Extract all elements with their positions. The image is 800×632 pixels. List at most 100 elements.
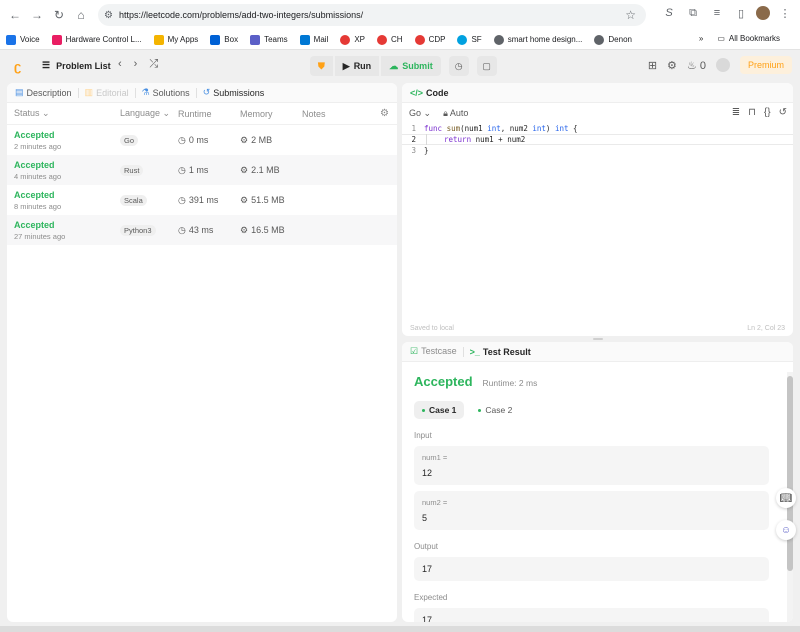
assistant-bot-icon[interactable]: ☺ [776, 520, 796, 540]
format-icon[interactable]: ≣ [732, 107, 740, 118]
bookmark-item[interactable]: XP [340, 34, 365, 45]
site-info-icon[interactable]: ⚙ [104, 10, 113, 21]
chip-icon: ⚙ [240, 194, 249, 205]
menu-icon[interactable]: ⋮ [776, 4, 794, 22]
bookmark-item[interactable]: Hardware Control L... [51, 34, 142, 45]
status-accepted[interactable]: Accepted [14, 130, 120, 140]
braces-icon[interactable]: {} [764, 107, 771, 118]
tab-editorial[interactable]: ▥ Editorial [85, 87, 129, 98]
bookmark-item[interactable]: CH [377, 34, 403, 45]
runtime-value: 391 ms [188, 195, 219, 205]
bookmark-icon[interactable]: ⊓ [748, 107, 756, 118]
memory-value: 2.1 MB [251, 165, 280, 175]
lock-icon: 🔒︎ [443, 107, 448, 118]
chip-icon: ⚙ [240, 164, 249, 175]
home-icon[interactable]: ⌂ [70, 4, 92, 26]
notes-icon[interactable]: ▢ [476, 56, 497, 76]
media-icon[interactable]: ≡ [708, 4, 726, 22]
profile-avatar[interactable] [756, 6, 770, 20]
upload-cloud-icon: ☁ [389, 60, 399, 71]
debug-button[interactable]: ⛊ [310, 56, 333, 76]
panel-resize-handle[interactable] [402, 337, 793, 341]
language-select[interactable]: Go ⌄ [409, 108, 431, 119]
forward-icon[interactable]: → [26, 4, 48, 26]
layout-icon[interactable]: ⊞ [648, 59, 657, 72]
prev-problem-icon[interactable]: ‹ [118, 58, 122, 71]
mail-icon [299, 34, 310, 45]
code-editor[interactable]: 1 func sum(num1 int, num2 int) int { 2 r… [402, 123, 793, 303]
address-bar[interactable]: ⚙ https://leetcode.com/problems/add-two-… [98, 4, 646, 26]
status-column-filter[interactable]: Status ⌄ [14, 108, 120, 119]
expected-label: Expected [414, 593, 448, 602]
bookmark-item[interactable]: Voice [6, 34, 40, 45]
settings-icon[interactable]: ⚙ [667, 59, 677, 72]
table-row[interactable]: Accepted 8 minutes ago Scala ◷ 391 ms ⚙ 51.… [7, 185, 397, 215]
problem-nav: ‹ › ⤮ [118, 58, 158, 71]
streak-counter[interactable]: ♨ 0 [687, 59, 706, 72]
tab-submissions[interactable]: ↺ Submissions [203, 87, 265, 98]
tab-divider [77, 87, 79, 98]
language-badge: Rust [120, 164, 144, 176]
table-row[interactable]: Accepted 4 minutes ago Rust ◷ 1 ms ⚙ 2.1 MB [7, 155, 397, 185]
bookmark-item[interactable]: SF [457, 34, 482, 45]
submitted-time: 2 minutes ago [14, 141, 62, 151]
reload-icon[interactable]: ↻ [48, 4, 70, 26]
clock-icon: ◷ [178, 224, 186, 235]
all-bookmarks[interactable]: ▭ All Bookmarks [717, 34, 780, 43]
auto-mode-toggle[interactable]: 🔒︎ Auto [443, 108, 468, 119]
editor-status: Saved to local Ln 2, Col 23 [402, 325, 793, 332]
extensions-icon[interactable]: ⧉ [684, 4, 702, 22]
table-row[interactable]: Accepted 2 minutes ago Go ◷ 0 ms ⚙ 2 MB [7, 125, 397, 155]
tab-testcase[interactable]: ☑ Testcase [410, 346, 457, 357]
leetcode-logo-icon[interactable]: ʗ [14, 59, 28, 74]
next-problem-icon[interactable]: › [134, 58, 138, 71]
input-label: Input [414, 431, 432, 440]
cdp-icon [414, 34, 425, 45]
tab-divider [462, 346, 464, 357]
table-row[interactable]: Accepted 27 minutes ago Python3 ◷ 43 ms ⚙ 1… [7, 215, 397, 245]
language-column-filter[interactable]: Language ⌄ [120, 108, 178, 119]
test-result-panel: ☑ Testcase >_ Test Result Accepted Runtime… [402, 342, 793, 622]
problem-list-button[interactable]: ☰ Problem List [42, 60, 111, 71]
status-accepted[interactable]: Accepted [14, 160, 120, 170]
open-book-icon[interactable]: 📖︎ [776, 488, 796, 508]
status-accepted[interactable]: Accepted [14, 220, 120, 230]
side-panel-icon[interactable]: ▯ [732, 4, 750, 22]
play-icon: ▶ [342, 60, 350, 71]
language-badge: Go [120, 134, 139, 146]
bookmark-item[interactable]: Box [210, 34, 238, 45]
extension-s-icon[interactable]: S [660, 4, 678, 22]
code-tab[interactable]: </> Code [402, 83, 793, 103]
runtime-value: 1 ms [188, 165, 209, 175]
voice-icon [6, 34, 16, 45]
code-brackets-icon: </> [410, 87, 424, 98]
run-button[interactable]: ▶ Run [334, 56, 380, 76]
bookmark-item[interactable]: Denon [594, 34, 632, 45]
bookmark-item[interactable]: Teams [250, 34, 288, 45]
premium-button[interactable]: Premium [739, 56, 792, 74]
back-icon[interactable]: ← [4, 4, 26, 26]
url-text: https://leetcode.com/problems/add-two-in… [118, 10, 364, 20]
chip-icon: ⚙ [240, 224, 249, 235]
shuffle-icon[interactable]: ⤮ [149, 58, 158, 71]
bookmark-item[interactable]: Mail [299, 34, 328, 45]
runtime-column-header: Runtime [178, 108, 212, 119]
more-bookmarks-icon[interactable]: » [699, 34, 703, 43]
tab-solutions[interactable]: ⚗ Solutions [142, 87, 190, 98]
reset-icon[interactable]: ↺ [779, 107, 787, 118]
saved-status: Saved to local [410, 325, 454, 332]
status-accepted[interactable]: Accepted [14, 190, 120, 200]
bookmark-item[interactable]: CDP [414, 34, 445, 45]
tab-description[interactable]: ▤ Description [15, 87, 72, 98]
submit-button[interactable]: ☁ Submit [381, 56, 441, 76]
timer-icon[interactable]: ◷ [448, 56, 469, 76]
bookmark-item[interactable]: My Apps [153, 34, 198, 45]
tab-test-result[interactable]: >_ Test Result [470, 347, 531, 357]
bookmark-item[interactable]: smart home design... [493, 34, 582, 45]
case-tabs: Case 1 Case 2 [414, 401, 781, 419]
bookmark-star-icon[interactable]: ☆ [625, 8, 636, 22]
user-avatar[interactable] [715, 58, 730, 72]
case-1-tab[interactable]: Case 1 [414, 401, 465, 419]
case-2-tab[interactable]: Case 2 [470, 401, 520, 419]
table-settings-icon[interactable]: ⚙ [380, 108, 389, 119]
